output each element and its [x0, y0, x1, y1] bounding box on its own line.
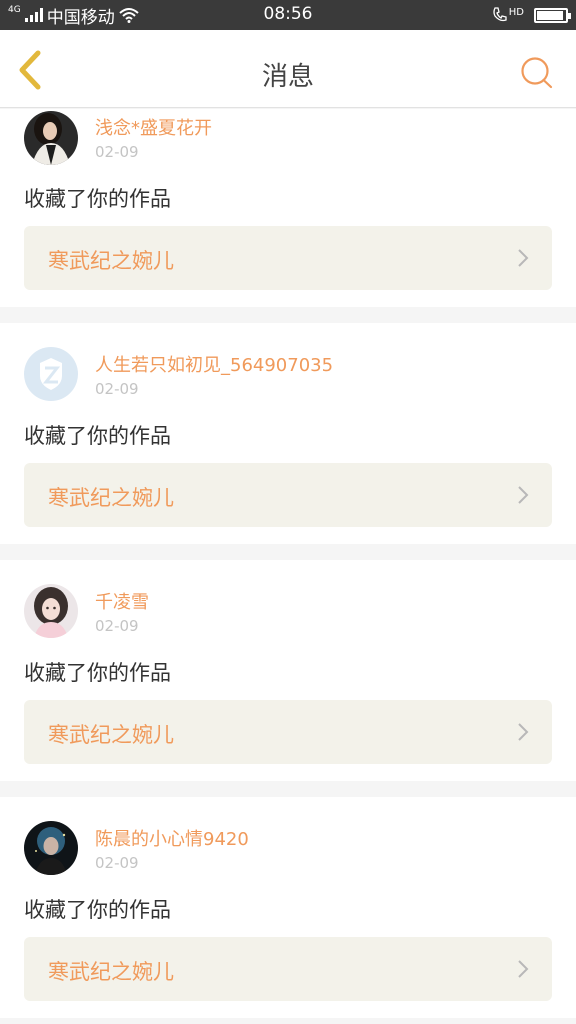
- work-link[interactable]: 寒武纪之婉儿: [24, 700, 552, 764]
- chevron-right-icon: [518, 723, 529, 741]
- avatar[interactable]: [24, 347, 78, 401]
- avatar[interactable]: [24, 111, 78, 165]
- username[interactable]: 千凌雪: [95, 588, 149, 614]
- work-link[interactable]: 寒武纪之婉儿: [24, 463, 552, 527]
- hd-label: HD: [508, 7, 524, 18]
- screen: 4G 中国移动 08:56 HD 消息 浅念*盛夏花开 02-09 收藏了你的作…: [0, 0, 576, 1024]
- message-date: 02-09: [95, 854, 139, 872]
- chevron-right-icon: [518, 960, 529, 978]
- work-title: 寒武纪之婉儿: [48, 249, 174, 273]
- page-title: 消息: [261, 62, 314, 92]
- username[interactable]: 陈晨的小心情9420: [95, 825, 249, 851]
- battery-icon: [534, 7, 571, 23]
- message-card: 浅念*盛夏花开 02-09 收藏了你的作品 寒武纪之婉儿: [0, 109, 576, 307]
- message-card: 千凌雪 02-09 收藏了你的作品 寒武纪之婉儿: [0, 560, 576, 781]
- message-date: 02-09: [95, 380, 139, 398]
- work-title: 寒武纪之婉儿: [48, 960, 174, 984]
- status-right: HD: [492, 4, 571, 26]
- message-card: 人生若只如初见_564907035 02-09 收藏了你的作品 寒武纪之婉儿: [0, 323, 576, 544]
- status-time: 08:56: [263, 4, 313, 24]
- hd-call-icon: HD: [492, 7, 524, 23]
- username[interactable]: 人生若只如初见_564907035: [95, 351, 333, 377]
- search-icon: [521, 57, 553, 89]
- work-link[interactable]: 寒武纪之婉儿: [24, 226, 552, 290]
- message-action: 收藏了你的作品: [24, 187, 171, 211]
- message-action: 收藏了你的作品: [24, 424, 171, 448]
- avatar[interactable]: [24, 821, 78, 875]
- work-title: 寒武纪之婉儿: [48, 723, 174, 747]
- top-nav-bar: 消息: [0, 30, 576, 108]
- avatar[interactable]: [24, 584, 78, 638]
- username[interactable]: 浅念*盛夏花开: [95, 114, 212, 140]
- status-bar: 4G 中国移动 08:56 HD: [0, 0, 576, 30]
- chevron-right-icon: [518, 486, 529, 504]
- work-link[interactable]: 寒武纪之婉儿: [24, 937, 552, 1001]
- message-action: 收藏了你的作品: [24, 898, 171, 922]
- search-button[interactable]: [520, 56, 554, 90]
- work-title: 寒武纪之婉儿: [48, 486, 174, 510]
- chevron-right-icon: [518, 249, 529, 267]
- message-date: 02-09: [95, 143, 139, 161]
- battery-fill: [537, 10, 563, 20]
- message-card: 陈晨的小心情9420 02-09 收藏了你的作品 寒武纪之婉儿: [0, 797, 576, 1018]
- message-date: 02-09: [95, 617, 139, 635]
- message-action: 收藏了你的作品: [24, 661, 171, 685]
